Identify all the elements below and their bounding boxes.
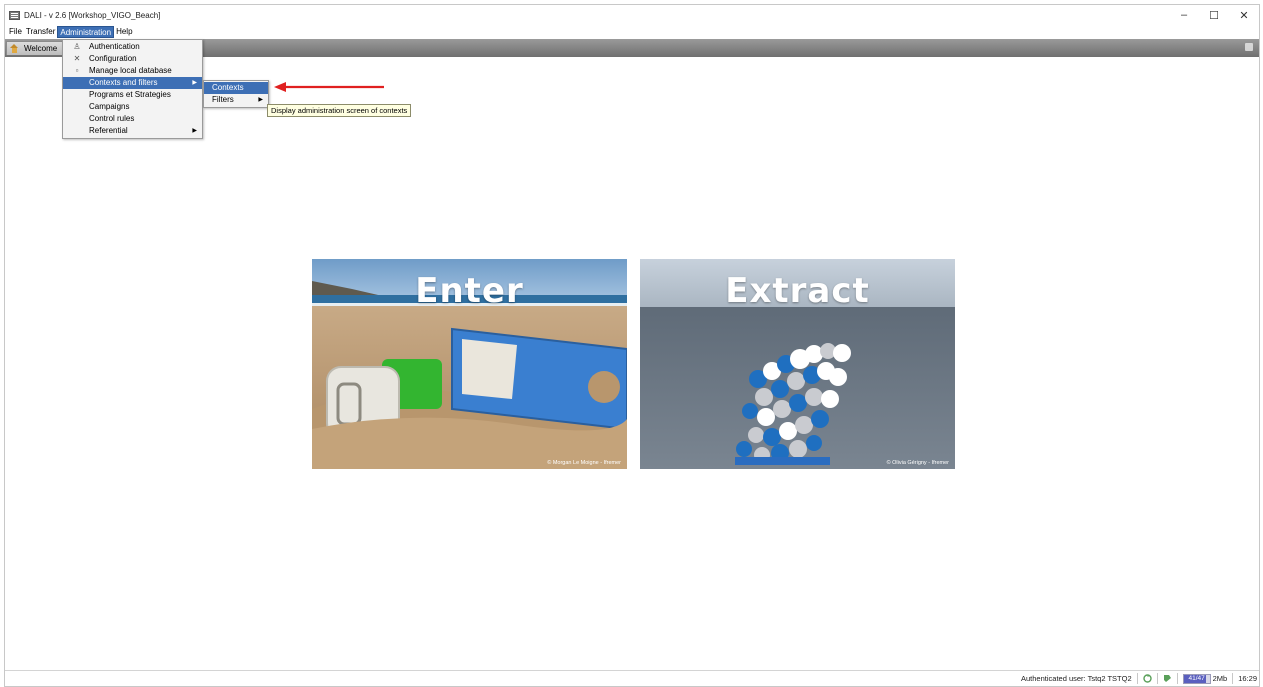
menu-item-campaigns[interactable]: Campaigns: [63, 101, 202, 113]
menu-item-label: Filters: [212, 95, 234, 104]
home-icon: [10, 44, 19, 53]
memory-label: 41/47: [1188, 674, 1205, 682]
menu-item-label: Referential: [89, 126, 128, 135]
menu-item-manage-local-database[interactable]: ▫ Manage local database: [63, 65, 202, 77]
extract-tile[interactable]: Extract © Olivia Gérigny - Ifremer: [640, 259, 955, 469]
contexts-and-filters-submenu: Contexts Filters ▶: [203, 80, 269, 108]
status-separator: [1156, 673, 1158, 684]
enter-title: Enter: [415, 271, 524, 311]
menu-item-control-rules[interactable]: Control rules: [63, 113, 202, 125]
close-button[interactable]: ✕: [1229, 5, 1259, 25]
menu-item-label: Programs et Strategies: [89, 90, 171, 99]
sync-icon[interactable]: [1142, 674, 1152, 683]
tooltip: Display administration screen of context…: [267, 104, 412, 117]
authenticated-user-text: Authenticated user: Tstq2 TSTQ2: [1021, 674, 1132, 683]
menu-help[interactable]: Help: [114, 26, 134, 38]
maximize-button[interactable]: ☐: [1199, 5, 1229, 25]
app-icon: [9, 10, 20, 20]
database-icon: ▫: [75, 66, 79, 75]
extract-credit: © Olivia Gérigny - Ifremer: [886, 460, 949, 466]
menu-item-label: Contexts: [212, 83, 244, 92]
memory-unit: 2Mb: [1212, 674, 1228, 683]
submenu-arrow-icon: ▶: [192, 128, 197, 134]
menu-item-configuration[interactable]: ✕ Configuration: [63, 53, 202, 65]
window-title: DALI - v 2.6 [Workshop_VIGO_Beach]: [24, 10, 161, 20]
clock: 16:29: [1238, 674, 1257, 683]
menu-transfer[interactable]: Transfer: [24, 26, 58, 38]
menu-item-programs-et-strategies[interactable]: Programs et Strategies: [63, 89, 202, 101]
annotation-arrow: [274, 82, 384, 92]
status-separator: [1136, 673, 1138, 684]
administration-menu: ♙ Authentication ✕ Configuration ▫ Manag…: [62, 39, 203, 139]
tab-welcome-label: Welcome: [24, 44, 58, 53]
garbage-collect-icon[interactable]: [1163, 674, 1172, 683]
title-bar: DALI - v 2.6 [Workshop_VIGO_Beach] – ☐ ✕: [5, 5, 1259, 25]
memory-bar: 41/47: [1182, 673, 1211, 684]
menu-item-contexts[interactable]: Contexts: [204, 82, 268, 94]
menu-item-label: Campaigns: [89, 102, 130, 111]
window-controls: – ☐ ✕: [1169, 5, 1259, 25]
menu-item-filters[interactable]: Filters ▶: [204, 94, 268, 106]
status-bar: Authenticated user: Tstq2 TSTQ2 41/47 2M…: [5, 670, 1259, 686]
menu-item-label: Contexts and filters: [89, 78, 158, 87]
enter-tile[interactable]: Enter © Morgan Le Moigne - Ifremer: [312, 259, 627, 469]
status-separator: [1176, 673, 1178, 684]
tab-welcome[interactable]: Welcome: [6, 41, 65, 55]
submenu-arrow-icon: ▶: [258, 97, 263, 103]
status-separator: [1232, 673, 1234, 684]
menu-item-referential[interactable]: Referential ▶: [63, 125, 202, 137]
menu-administration[interactable]: Administration: [57, 25, 115, 38]
submenu-arrow-icon: ▶: [192, 80, 197, 86]
menu-item-label: Control rules: [89, 114, 135, 123]
user-key-icon: ♙: [73, 42, 81, 51]
extract-title: Extract: [725, 271, 870, 311]
menu-file[interactable]: File: [7, 26, 24, 38]
menu-bar: File Transfer Administration Help: [5, 25, 1259, 38]
wrench-icon: ✕: [73, 54, 81, 63]
menu-item-label: Manage local database: [89, 66, 172, 75]
panel-menu-icon[interactable]: [1245, 43, 1253, 51]
menu-item-authentication[interactable]: ♙ Authentication: [63, 41, 202, 53]
menu-item-contexts-and-filters[interactable]: Contexts and filters ▶: [63, 77, 202, 89]
enter-credit: © Morgan Le Moigne - Ifremer: [547, 460, 621, 466]
minimize-button[interactable]: –: [1169, 5, 1199, 25]
menu-item-label: Configuration: [89, 54, 137, 63]
menu-item-label: Authentication: [89, 42, 140, 51]
